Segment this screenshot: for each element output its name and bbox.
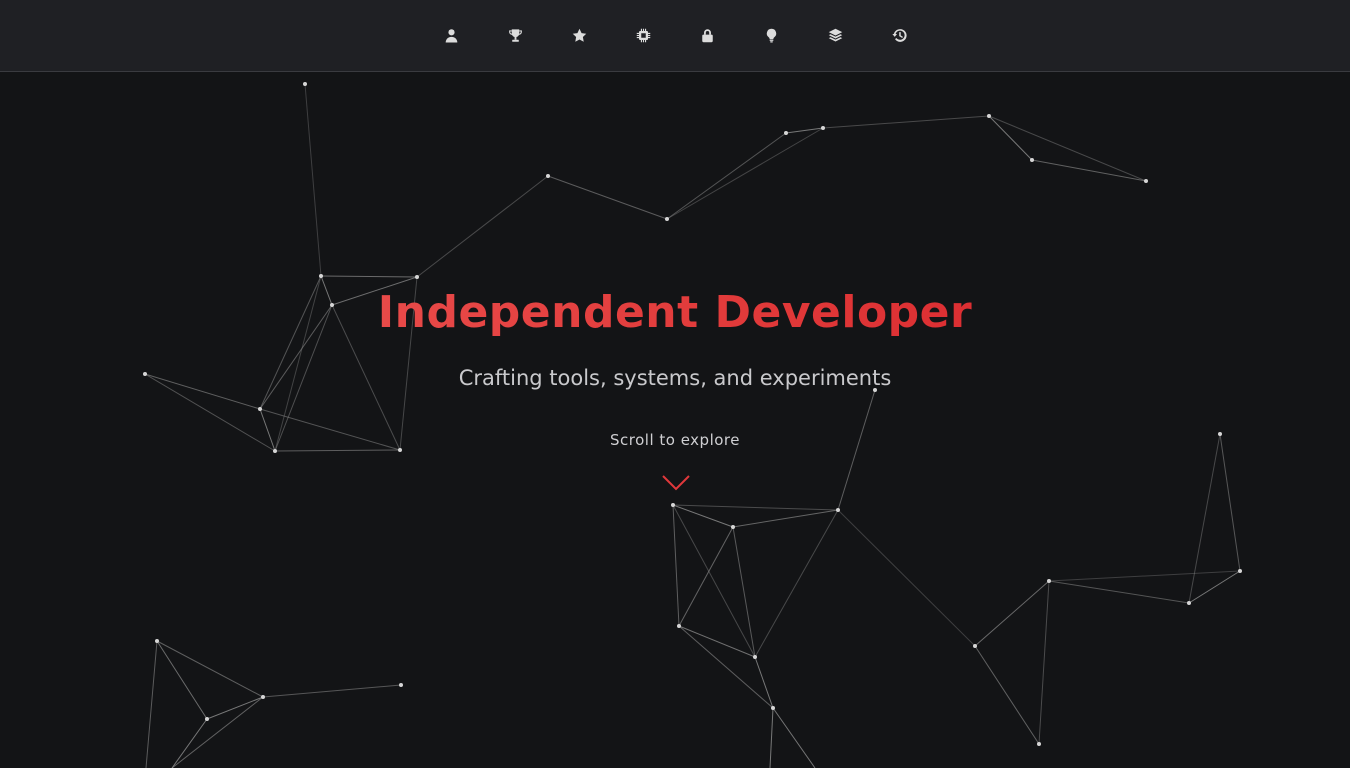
network-edge [1219, 433, 1241, 572]
network-edge [672, 504, 734, 528]
network-edge [206, 696, 264, 720]
network-node [784, 131, 788, 135]
network-node [1030, 158, 1034, 162]
network-edge [732, 509, 839, 528]
page: Independent Developer Crafting tools, sy… [0, 0, 1350, 768]
network-node [415, 275, 419, 279]
network-node [671, 503, 675, 507]
nav-stack-button[interactable] [819, 19, 851, 51]
network-node [546, 174, 550, 178]
nav-hardware-button[interactable] [627, 19, 659, 51]
network-edge [1188, 433, 1221, 604]
network-edge [672, 504, 839, 511]
network-edge [1048, 580, 1190, 604]
network-edge [672, 504, 756, 658]
network-edge [974, 580, 1050, 647]
network-node [665, 217, 669, 221]
network-edge [772, 707, 816, 768]
network-edge [754, 509, 839, 658]
network-node [205, 717, 209, 721]
network-edge [666, 127, 824, 220]
network-edge [837, 389, 876, 511]
network-edge [262, 684, 402, 698]
network-node [1037, 742, 1041, 746]
network-node [261, 695, 265, 699]
network-node [1047, 579, 1051, 583]
nav-security-button[interactable] [691, 19, 723, 51]
scroll-hint-text: Scroll to explore [610, 431, 740, 449]
network-node [731, 525, 735, 529]
network-node [1187, 601, 1191, 605]
user-icon [445, 28, 457, 43]
chip-icon [636, 28, 650, 42]
network-node [1238, 569, 1242, 573]
network-edge [837, 509, 976, 647]
network-edge [1038, 580, 1050, 745]
network-node [303, 82, 307, 86]
network-edge [785, 127, 824, 134]
network-edge [320, 275, 418, 278]
nav-achievements-button[interactable] [499, 19, 531, 51]
network-node [319, 274, 323, 278]
network-edge [171, 718, 208, 768]
network-edge [156, 640, 264, 698]
network-edge [1048, 570, 1241, 582]
network-node [155, 639, 159, 643]
network-node [399, 683, 403, 687]
nav-about-button[interactable] [435, 19, 467, 51]
network-node [258, 407, 262, 411]
network-node [1144, 179, 1148, 183]
network-node [771, 706, 775, 710]
network-edge [547, 175, 668, 220]
network-node [973, 644, 977, 648]
network-edge [156, 640, 208, 720]
network-edge [274, 449, 401, 452]
history-icon [891, 28, 907, 42]
icon-nav [435, 19, 915, 51]
network-edge [171, 696, 264, 768]
network-edge [678, 526, 734, 627]
network-edge [145, 640, 158, 768]
network-edge [304, 83, 322, 277]
network-edge [988, 115, 1033, 161]
network-edge [678, 625, 756, 658]
network-edge [666, 132, 787, 220]
network-node [836, 508, 840, 512]
chevron-down-icon[interactable] [660, 472, 692, 494]
network-edge [1031, 159, 1147, 182]
network-edge [769, 707, 774, 768]
top-navigation-bar [0, 0, 1350, 72]
lock-icon [701, 28, 713, 42]
hero-title: Independent Developer [0, 284, 1350, 342]
lightbulb-icon [766, 28, 776, 42]
network-node [753, 655, 757, 659]
network-edge [416, 175, 549, 278]
hero-subtitle: Crafting tools, systems, and experiments [458, 366, 892, 390]
trophy-icon [508, 28, 522, 42]
network-edge [822, 115, 990, 129]
network-edge [1188, 570, 1241, 604]
network-node [821, 126, 825, 130]
network-node [987, 114, 991, 118]
star-icon [572, 28, 586, 42]
network-edge [672, 504, 680, 627]
nav-history-button[interactable] [883, 19, 915, 51]
layers-icon [828, 28, 842, 41]
network-edge [988, 115, 1147, 182]
nav-featured-button[interactable] [563, 19, 595, 51]
network-edge [974, 645, 1040, 745]
nav-ideas-button[interactable] [755, 19, 787, 51]
network-node [677, 624, 681, 628]
